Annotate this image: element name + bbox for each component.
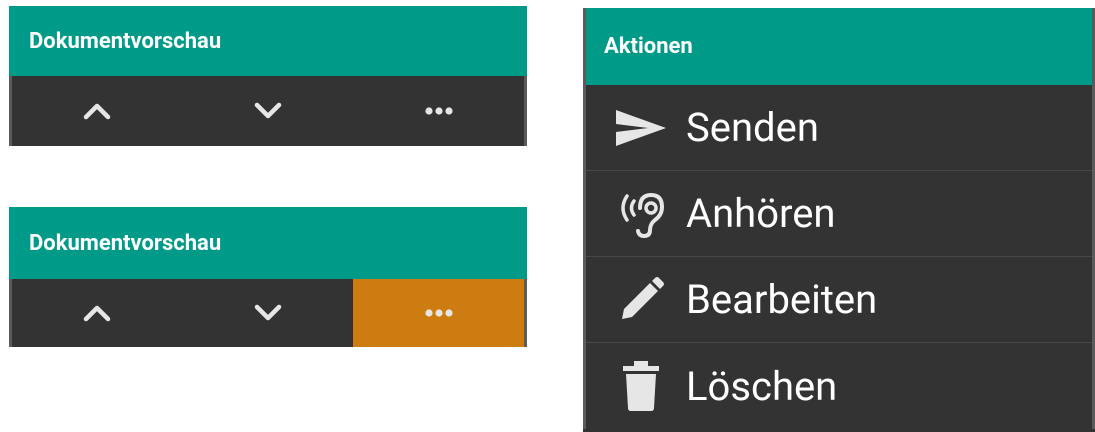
actions-list: Senden Anhören Bearbeiten Löschen — [583, 85, 1095, 429]
hearing-icon — [621, 192, 665, 238]
trash-icon — [623, 361, 659, 411]
next-button[interactable] — [183, 76, 354, 146]
chevron-up-icon — [84, 305, 111, 322]
previous-button[interactable] — [12, 76, 183, 146]
menu-item-label: Senden — [686, 104, 819, 151]
menu-item-edit[interactable]: Bearbeiten — [586, 257, 1092, 343]
document-preview-panel-bottom: Dokumentvorschau — [9, 207, 527, 347]
more-button-active[interactable] — [353, 279, 525, 347]
preview-toolbar — [9, 279, 527, 347]
chevron-up-icon — [84, 103, 111, 120]
menu-item-listen[interactable]: Anhören — [586, 171, 1092, 257]
previous-button[interactable] — [12, 279, 183, 347]
menu-item-send[interactable]: Senden — [586, 85, 1092, 171]
menu-item-label: Löschen — [686, 362, 838, 410]
document-preview-panel-top: Dokumentvorschau — [9, 6, 527, 146]
chevron-down-icon — [254, 102, 282, 119]
chevron-down-icon — [254, 304, 282, 321]
menu-item-label: Anhören — [686, 190, 836, 237]
panel-title: Dokumentvorschau — [9, 6, 527, 76]
next-button[interactable] — [183, 279, 354, 347]
preview-toolbar — [9, 76, 527, 146]
more-button[interactable] — [353, 76, 524, 146]
panel-title: Dokumentvorschau — [9, 207, 527, 279]
actions-menu: Aktionen Senden Anhören Bearbeiten Lösch… — [583, 8, 1095, 432]
menu-item-delete[interactable]: Löschen — [586, 343, 1092, 429]
more-dots-icon — [425, 107, 453, 115]
menu-title: Aktionen — [583, 8, 1095, 85]
send-icon — [616, 109, 666, 146]
pencil-icon — [622, 276, 664, 319]
menu-item-label: Bearbeiten — [686, 276, 878, 323]
more-dots-icon — [425, 309, 453, 317]
